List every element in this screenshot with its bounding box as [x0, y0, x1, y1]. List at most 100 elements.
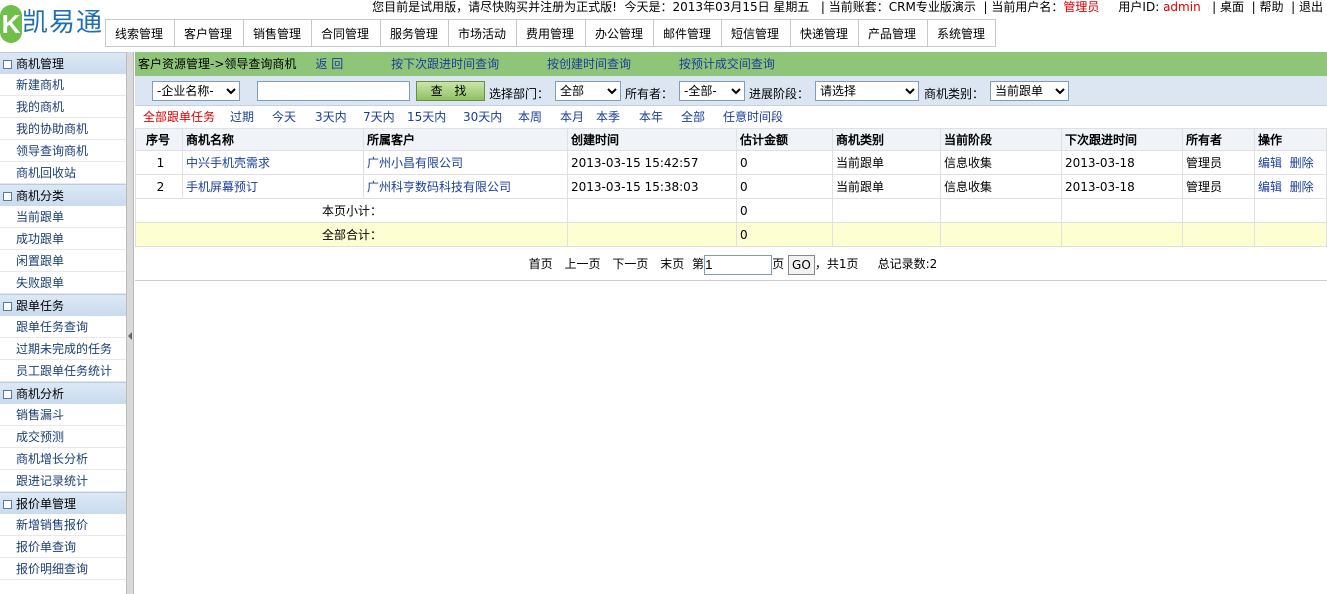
sidebar-item-new-quote[interactable]: 新增销售报价	[0, 514, 126, 536]
menu-office[interactable]: 办公管理	[586, 19, 654, 47]
search-input[interactable]	[257, 81, 410, 101]
edit-link[interactable]: 编辑	[1258, 180, 1282, 194]
type-select[interactable]: 当前跟单	[990, 81, 1069, 101]
filter-all-tasks[interactable]: 全部跟单任务	[143, 106, 215, 128]
menu-sales[interactable]: 销售管理	[244, 19, 312, 47]
sidebar-item-task-stats[interactable]: 员工跟单任务统计	[0, 360, 126, 382]
total-row: 全部合计： 0	[135, 222, 1327, 247]
delete-link[interactable]: 删除	[1290, 156, 1314, 170]
filter-this-year[interactable]: 本年	[639, 106, 663, 128]
sidebar-item-quote-detail[interactable]: 报价明细查询	[0, 558, 126, 580]
empty-cell	[1061, 222, 1183, 247]
prev-page-link[interactable]: 上一页	[565, 257, 601, 271]
filter-custom-range[interactable]: 任意时间段	[723, 106, 783, 128]
cell-name: 中兴手机壳需求	[182, 150, 364, 175]
edit-link[interactable]: 编辑	[1258, 156, 1282, 170]
sidebar-item-quote-query[interactable]: 报价单查询	[0, 536, 126, 558]
sidebar-item-overdue-tasks[interactable]: 过期未完成的任务	[0, 338, 126, 360]
time-filter-bar: 全部跟单任务 过期 今天 3天内 7天内 15天内 30天内 本周 本月 本季 …	[135, 106, 1327, 128]
stage-select[interactable]: 请选择	[815, 81, 919, 101]
sidebar-group-header[interactable]: 商机分析	[0, 382, 126, 404]
filter-30days[interactable]: 30天内	[463, 106, 502, 128]
delete-link[interactable]: 删除	[1290, 180, 1314, 194]
opportunity-link[interactable]: 手机屏幕预订	[186, 180, 258, 194]
menu-marketing[interactable]: 市场活动	[449, 19, 517, 47]
help-link[interactable]: | 帮助	[1252, 0, 1284, 14]
sidebar-group-header[interactable]: 报价单管理	[0, 492, 126, 514]
filter-this-quarter[interactable]: 本季	[596, 106, 620, 128]
sidebar-item-success[interactable]: 成功跟单	[0, 228, 126, 250]
sidebar-item-idle[interactable]: 闲置跟单	[0, 250, 126, 272]
user-label: | 当前用户名：	[983, 0, 1064, 14]
sidebar-item-recycle-bin[interactable]: 商机回收站	[0, 162, 126, 184]
sidebar: 商机管理 新建商机 我的商机 我的协助商机 领导查询商机 商机回收站 商机分类 …	[0, 52, 126, 594]
collapse-icon	[3, 60, 12, 69]
opportunity-link[interactable]: 中兴手机壳需求	[186, 156, 270, 170]
go-button[interactable]: GO	[787, 254, 815, 275]
customer-link[interactable]: 广州科亨数码科技有限公司	[367, 180, 511, 194]
sidebar-group-header[interactable]: 商机分类	[0, 184, 126, 206]
filter-this-week[interactable]: 本周	[518, 106, 542, 128]
sidebar-group-title: 跟单任务	[16, 299, 65, 313]
total-label: 全部合计：	[135, 222, 568, 247]
filter-today[interactable]: 今天	[272, 106, 296, 128]
main-menu: 线索管理 客户管理 销售管理 合同管理 服务管理 市场活动 费用管理 办公管理 …	[105, 19, 996, 47]
query-by-deal-link[interactable]: 按预计成交间查询	[679, 57, 775, 71]
desktop-link[interactable]: | 桌面	[1212, 0, 1244, 14]
trial-notice: 您目前是试用版，请尽快购买并注册为正式版!	[372, 0, 617, 14]
back-link[interactable]: 返 回	[315, 57, 343, 71]
sidebar-item-leader-query[interactable]: 领导查询商机	[0, 140, 126, 162]
sidebar-group-header[interactable]: 商机管理	[0, 52, 126, 74]
page-number-input[interactable]	[704, 254, 773, 275]
collapse-arrow-icon[interactable]	[128, 332, 132, 340]
sidebar-item-new-opportunity[interactable]: 新建商机	[0, 74, 126, 96]
sidebar-item-task-query[interactable]: 跟单任务查询	[0, 316, 126, 338]
stage-label: 进展阶段：	[749, 87, 810, 101]
userid-value: admin	[1163, 0, 1201, 14]
menu-service[interactable]: 服务管理	[381, 19, 449, 47]
menu-mail[interactable]: 邮件管理	[654, 19, 722, 47]
empty-cell	[1254, 222, 1327, 247]
logout-link[interactable]: | 退出	[1291, 0, 1323, 14]
sidebar-item-growth[interactable]: 商机增长分析	[0, 448, 126, 470]
menu-express[interactable]: 快递管理	[791, 19, 859, 47]
today-value: 2013年03月15日 星期五	[672, 0, 810, 14]
owner-select[interactable]: -全部-	[679, 81, 745, 101]
logo-k-icon: K	[0, 5, 22, 43]
filter-7days[interactable]: 7天内	[363, 106, 395, 128]
menu-system[interactable]: 系统管理	[928, 19, 996, 47]
query-by-next-link[interactable]: 按下次跟进时间查询	[391, 57, 499, 71]
filter-this-month[interactable]: 本月	[560, 106, 584, 128]
query-by-create-link[interactable]: 按创建时间查询	[547, 57, 631, 71]
first-page-link[interactable]: 首页	[529, 257, 553, 271]
menu-sms[interactable]: 短信管理	[722, 19, 791, 47]
last-page-link[interactable]: 末页	[660, 257, 684, 271]
sidebar-splitter[interactable]	[126, 52, 134, 594]
total-empty	[567, 222, 737, 247]
menu-expenses[interactable]: 费用管理	[517, 19, 586, 47]
sidebar-item-failed[interactable]: 失败跟单	[0, 272, 126, 294]
filter-3days[interactable]: 3天内	[315, 106, 347, 128]
sidebar-item-forecast[interactable]: 成交预测	[0, 426, 126, 448]
empty-cell	[832, 198, 941, 223]
sidebar-item-funnel[interactable]: 销售漏斗	[0, 404, 126, 426]
company-select[interactable]: -企业名称-	[152, 81, 240, 101]
dept-select[interactable]: 全部	[555, 81, 621, 101]
sidebar-item-followup-stats[interactable]: 跟进记录统计	[0, 470, 126, 492]
filter-15days[interactable]: 15天内	[407, 106, 446, 128]
empty-cell	[1254, 198, 1327, 223]
sidebar-item-assist-opportunities[interactable]: 我的协助商机	[0, 118, 126, 140]
table-row: 1 中兴手机壳需求 广州小昌有限公司 2013-03-15 15:42:57 0…	[135, 150, 1327, 175]
sidebar-item-current[interactable]: 当前跟单	[0, 206, 126, 228]
menu-customers[interactable]: 客户管理	[175, 19, 244, 47]
search-button[interactable]: 查 找	[416, 81, 485, 101]
menu-contracts[interactable]: 合同管理	[312, 19, 381, 47]
sidebar-group-header[interactable]: 跟单任务	[0, 294, 126, 316]
filter-all[interactable]: 全部	[681, 106, 705, 128]
customer-link[interactable]: 广州小昌有限公司	[367, 156, 463, 170]
menu-products[interactable]: 产品管理	[859, 19, 928, 47]
filter-overdue[interactable]: 过期	[230, 106, 254, 128]
sidebar-item-my-opportunities[interactable]: 我的商机	[0, 96, 126, 118]
next-page-link[interactable]: 下一页	[612, 257, 648, 271]
menu-leads[interactable]: 线索管理	[106, 19, 175, 47]
